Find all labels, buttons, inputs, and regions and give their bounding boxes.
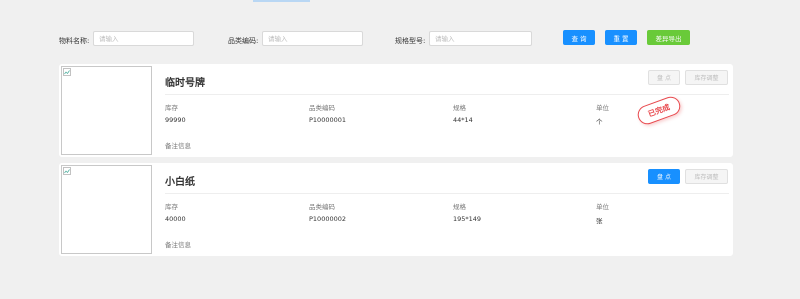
stock-value: 40000	[165, 215, 186, 223]
search-button[interactable]: 查 询	[563, 30, 595, 45]
stock-label: 库存	[165, 203, 178, 211]
unit-label: 单位	[596, 203, 609, 211]
material-name-input[interactable]	[93, 31, 194, 46]
broken-image-icon	[63, 68, 71, 76]
spec-label: 规格	[453, 203, 466, 211]
category-code-value: P10000001	[309, 116, 347, 124]
export-diff-button[interactable]: 差异导出	[647, 30, 690, 45]
remark-label: 备注信息	[165, 142, 191, 150]
stock-adjust-button[interactable]: 库存调整	[685, 169, 728, 184]
product-image	[61, 165, 152, 254]
card-divider	[165, 94, 729, 95]
spec-label: 规格	[453, 104, 466, 112]
category-code-label: 品类编码	[309, 203, 335, 211]
product-image	[61, 66, 152, 155]
check-button[interactable]: 盘 点	[648, 169, 680, 184]
spec-value: 195*149	[453, 215, 482, 223]
stock-adjust-button[interactable]: 库存调整	[685, 70, 728, 85]
spec-label: 规格型号:	[395, 37, 426, 45]
broken-image-icon	[63, 167, 71, 175]
category-code-input[interactable]	[262, 31, 363, 46]
category-code-label: 品类编码	[309, 104, 335, 112]
unit-value: 张	[596, 217, 603, 225]
filter-bar: 物料名称: 品类编码: 规格型号: 查 询 重 置 差异导出	[0, 30, 800, 52]
reset-button[interactable]: 重 置	[605, 30, 637, 45]
completed-stamp: 已完成	[635, 94, 683, 127]
material-name-label: 物料名称:	[59, 37, 90, 45]
item-title: 小白纸	[165, 177, 195, 188]
remark-label: 备注信息	[165, 241, 191, 249]
inventory-card: 小白纸 盘 点 库存调整 库存 40000 品类编码 P10000002 规格 …	[59, 163, 733, 256]
unit-value: 个	[596, 118, 603, 126]
inventory-card: 临时号牌 盘 点 库存调整 库存 99990 品类编码 P10000001 规格…	[59, 64, 733, 157]
spec-value: 44*14	[453, 116, 473, 124]
item-title: 临时号牌	[165, 78, 205, 89]
category-code-label: 品类编码:	[228, 37, 259, 45]
check-button[interactable]: 盘 点	[648, 70, 680, 85]
spec-input[interactable]	[429, 31, 532, 46]
category-code-value: P10000002	[309, 215, 347, 223]
top-tab-indicator	[253, 0, 310, 2]
stock-value: 99990	[165, 116, 186, 124]
stock-label: 库存	[165, 104, 178, 112]
unit-label: 单位	[596, 104, 609, 112]
card-divider	[165, 193, 729, 194]
